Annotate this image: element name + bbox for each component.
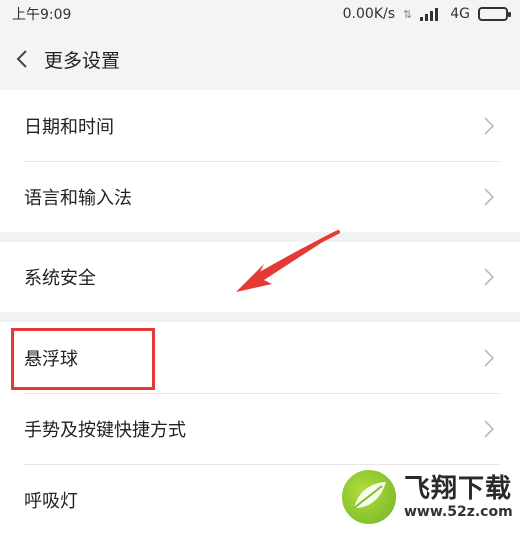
data-transfer-icon: ⇅ [403, 7, 413, 21]
back-button[interactable] [2, 28, 42, 90]
chevron-left-icon [16, 50, 27, 68]
leaf-logo-icon [340, 468, 398, 526]
page-title: 更多设置 [44, 49, 121, 72]
watermark-name: 飞翔下载 [404, 474, 513, 504]
status-time: 上午9:09 [12, 7, 72, 23]
settings-item-date-time[interactable]: 日期和时间 [0, 90, 520, 161]
chevron-right-icon [484, 419, 494, 438]
app-header: 更多设置 [0, 28, 520, 90]
settings-item-label: 系统安全 [24, 268, 96, 289]
annotation-arrow [236, 230, 340, 292]
chevron-right-icon [484, 348, 494, 367]
chevron-right-icon [484, 116, 494, 135]
network-speed: 0.00K/s [342, 6, 396, 22]
settings-item-language-input[interactable]: 语言和输入法 [0, 161, 520, 232]
chevron-right-icon [484, 187, 494, 206]
watermark-url: www.52z.com [404, 504, 513, 520]
settings-group-1: 日期和时间 语言和输入法 [0, 90, 520, 232]
settings-item-gesture-shortcuts[interactable]: 手势及按键快捷方式 [0, 393, 520, 464]
signal-icon [420, 7, 442, 21]
status-bar: 上午9:09 0.00K/s ⇅ 4G [0, 0, 520, 28]
network-type: 4G [450, 6, 470, 22]
chevron-right-icon [484, 268, 494, 286]
settings-item-label: 日期和时间 [24, 116, 114, 138]
highlight-box [11, 328, 155, 390]
watermark-logo: 飞翔下载 www.52z.com [340, 464, 516, 530]
battery-icon [478, 7, 511, 21]
settings-item-label: 手势及按键快捷方式 [24, 419, 186, 441]
status-indicators: 0.00K/s ⇅ 4G [342, 6, 511, 22]
settings-item-label: 语言和输入法 [24, 187, 132, 209]
settings-item-label: 呼吸灯 [24, 490, 78, 512]
